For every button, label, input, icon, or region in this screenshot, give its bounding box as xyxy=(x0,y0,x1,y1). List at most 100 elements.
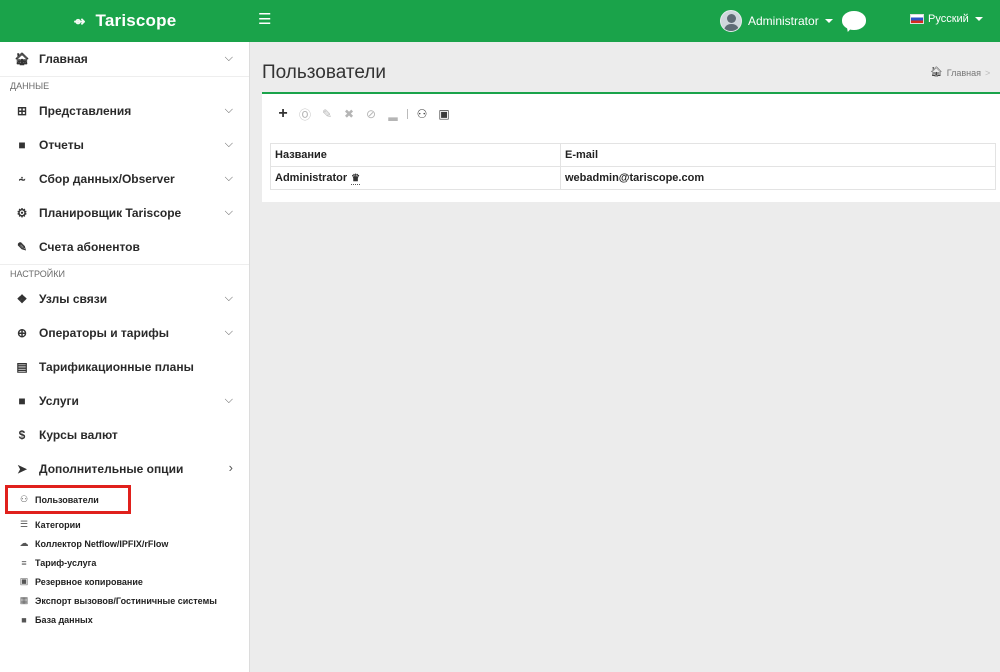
sidebar-item-label: Представления xyxy=(39,104,132,118)
chevron-down-icon: ⌵ xyxy=(224,138,233,150)
sidebar-subitem-users[interactable]: ⚇ Пользователи xyxy=(5,485,131,514)
chevron-down-icon: ⌵ xyxy=(224,206,233,218)
hamburger-icon[interactable]: ☰ xyxy=(258,12,271,28)
russia-flag-icon xyxy=(910,14,924,24)
invoice-icon: ✎ xyxy=(16,240,28,254)
sidebar-item-label: Узлы связи xyxy=(39,292,108,306)
cell-email[interactable]: webadmin@tariscope.com xyxy=(560,166,996,190)
sidebar-item-operators[interactable]: ⊕ Операторы и тарифы ⌵ xyxy=(0,316,249,350)
sidebar-item-label: Главная xyxy=(39,52,88,66)
sidebar-item-extra-options[interactable]: ➤ Дополнительные опции › xyxy=(0,452,249,486)
column-header-name[interactable]: Название xyxy=(270,143,561,167)
sidebar-item-label: Счета абонентов xyxy=(39,240,140,254)
sidebar-item-reports[interactable]: ■ Отчеты ⌵ xyxy=(0,128,249,162)
edit-icon[interactable]: ✎ xyxy=(316,105,338,123)
file-icon: ■ xyxy=(18,394,26,408)
user-circle-icon[interactable]: Ⓞ xyxy=(294,105,316,123)
add-icon[interactable]: + xyxy=(272,105,294,123)
remove-user-icon[interactable]: ✖ xyxy=(338,105,360,123)
tariscope-logo-icon: ⇴ xyxy=(73,12,86,29)
sidebar-subitem-categories[interactable]: ☰ Категории xyxy=(0,515,249,534)
home-icon: 🏠︎ xyxy=(930,67,943,78)
sidebar-item-services[interactable]: ■ Услуги ⌵ xyxy=(0,384,249,418)
toolbar-separator xyxy=(407,109,408,119)
table-header-row: Название E-mail xyxy=(270,143,996,167)
sidebar-item-views[interactable]: ⊞ Представления ⌵ xyxy=(0,94,249,128)
sidebar-subitem-label: Коллектор Netflow/IPFIX/rFlow xyxy=(35,538,169,549)
breadcrumb-home[interactable]: Главная xyxy=(947,68,981,78)
dollar-icon: $ xyxy=(18,428,26,442)
sidebar-item-data-collection[interactable]: ⸞ Сбор данных/Observer ⌵ xyxy=(0,162,249,196)
sidebar-subitem-tariff-service[interactable]: ≡ Тариф-услуга xyxy=(0,553,249,572)
user-name: Administrator xyxy=(748,14,819,28)
sidebar-subitem-label: Пользователи xyxy=(35,494,99,505)
sidebar-item-label: Операторы и тарифы xyxy=(39,326,169,340)
sidebar-item-label: Сбор данных/Observer xyxy=(39,172,175,186)
sidebar-item-subscriber-bills[interactable]: ✎ Счета абонентов xyxy=(0,230,249,264)
antenna-icon: ⸞ xyxy=(18,172,26,187)
globe-icon: ⊕ xyxy=(16,326,28,340)
brand[interactable]: ⇴ Tariscope xyxy=(0,0,250,42)
sidebar-item-currency-rates[interactable]: $ Курсы валют xyxy=(0,418,249,452)
language-menu[interactable]: Русский xyxy=(910,13,983,25)
sidebar: 🏠︎ Главная ⌵ ДАННЫЕ ⊞ Представления ⌵ ■ … xyxy=(0,42,250,672)
language-label: Русский xyxy=(928,13,969,25)
user-group-icon[interactable]: ⚇ xyxy=(411,105,433,123)
chat-icon[interactable] xyxy=(842,11,866,30)
chevron-down-icon: ⌵ xyxy=(224,326,233,338)
admin-crown-icon: ♛ xyxy=(351,173,361,185)
chevron-down-icon: ⌵ xyxy=(224,292,233,304)
sidebar-subitem-label: Резервное копирование xyxy=(35,576,143,587)
export-icon: ▦ xyxy=(19,595,29,605)
sidebar-subitem-database[interactable]: ■ База данных xyxy=(0,610,249,629)
sidebar-subitem-label: Тариф-услуга xyxy=(35,557,97,568)
block-icon[interactable]: ⊘ xyxy=(360,105,382,123)
cell-name[interactable]: Administrator ♛ xyxy=(270,166,561,190)
sidebar-subitem-label: База данных xyxy=(35,614,93,625)
sidebar-item-label: Планировщик Tariscope xyxy=(39,206,182,220)
list-icon: ≡ xyxy=(21,557,27,568)
user-menu[interactable]: Administrator xyxy=(720,8,833,34)
sidebar-subitem-label: Категории xyxy=(35,519,81,530)
section-header-settings: НАСТРОЙКИ xyxy=(0,264,249,282)
top-navbar: ⇴ Tariscope ☰ Administrator Русский xyxy=(0,0,1000,42)
sidebar-item-billing-plans[interactable]: ▤ Тарификационные планы xyxy=(0,350,249,384)
sidebar-subitem-backup[interactable]: ▣ Резервное копирование xyxy=(0,572,249,591)
sidebar-subitem-export-calls[interactable]: ▦ Экспорт вызовов/Гостиничные системы xyxy=(0,591,249,610)
user-name-value: Administrator xyxy=(275,172,348,184)
cloud-icon: ☁ xyxy=(19,538,29,548)
table-row[interactable]: Administrator ♛ webadmin@tariscope.com xyxy=(270,166,996,190)
unlock-icon[interactable]: ▂ xyxy=(382,105,404,123)
column-header-email[interactable]: E-mail xyxy=(560,143,996,167)
sidebar-subitem-label: Экспорт вызовов/Гостиничные системы xyxy=(35,595,217,606)
nodes-icon: ❖ xyxy=(16,292,28,306)
sidebar-item-home[interactable]: 🏠︎ Главная ⌵ xyxy=(0,42,249,76)
plans-icon: ▤ xyxy=(16,360,28,374)
sidebar-item-label: Услуги xyxy=(39,394,79,408)
avatar xyxy=(720,10,742,32)
sidebar-item-nodes[interactable]: ❖ Узлы связи ⌵ xyxy=(0,282,249,316)
sidebar-subitem-netflow[interactable]: ☁ Коллектор Netflow/IPFIX/rFlow xyxy=(0,534,249,553)
home-icon: 🏠︎ xyxy=(14,52,30,66)
users-icon: ⚇ xyxy=(19,494,29,504)
sidebar-item-scheduler[interactable]: ⚙ Планировщик Tariscope ⌵ xyxy=(0,196,249,230)
file-icon: ■ xyxy=(18,138,26,152)
brand-name: Tariscope xyxy=(95,11,177,30)
users-table: Название E-mail Administrator ♛ webadmin@… xyxy=(270,143,996,190)
caret-down-icon xyxy=(824,19,833,23)
rocket-icon: ➤ xyxy=(16,462,28,476)
chevron-down-icon: ⌵ xyxy=(224,394,233,406)
export-icon[interactable]: ▣ xyxy=(433,105,455,123)
sidebar-item-label: Отчеты xyxy=(39,138,84,152)
breadcrumb: 🏠︎ Главная > xyxy=(930,67,990,78)
chevron-right-icon: › xyxy=(228,460,233,475)
chevron-down-icon: ⌵ xyxy=(224,52,233,64)
chevron-down-icon: ⌵ xyxy=(224,104,233,116)
chevron-down-icon: ⌵ xyxy=(224,172,233,184)
categories-icon: ☰ xyxy=(19,519,29,529)
page-title: Пользователи xyxy=(262,62,387,83)
users-panel: + Ⓞ ✎ ✖ ⊘ ▂ ⚇ ▣ Название E-mail Administ… xyxy=(262,92,1000,202)
sidebar-item-label: Курсы валют xyxy=(39,428,118,442)
table-icon: ⊞ xyxy=(16,104,28,118)
sidebar-item-label: Тарификационные планы xyxy=(39,360,194,374)
